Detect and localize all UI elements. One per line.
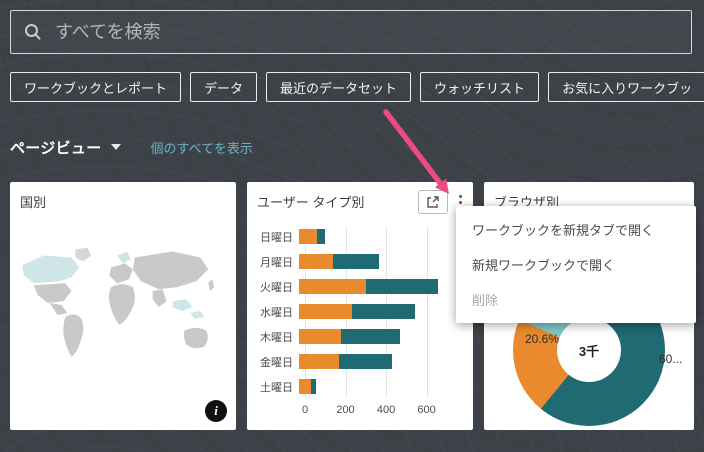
bar-track [299, 304, 463, 319]
vertical-ellipsis-icon [458, 195, 462, 198]
world-map [14, 216, 232, 402]
section-title-dropdown[interactable]: ページビュー [10, 137, 102, 158]
bar-row: 土曜日 [257, 374, 463, 399]
x-tick-label: 400 [376, 404, 396, 416]
show-all-link[interactable]: 個のすべてを表示 [151, 138, 253, 157]
bar-track [299, 354, 463, 369]
chip-favorite-workbooks[interactable]: お気に入りワークブッ [548, 72, 704, 102]
bar-segment-orange [299, 229, 317, 244]
bar-segment-teal [332, 254, 379, 269]
donut-hole: 3千 [557, 318, 621, 382]
card-user-type-title: ユーザー タイプ別 [257, 195, 365, 210]
menu-item-open-new-tab[interactable]: ワークブックを新規タブで開く [456, 212, 696, 247]
bar-rows: 日曜日月曜日火曜日水曜日木曜日金曜日土曜日 [257, 224, 463, 400]
bar-track [299, 329, 463, 344]
bar-segment-teal [366, 279, 438, 294]
donut-label-orange: 20.6% [525, 332, 560, 346]
bar-track [299, 254, 463, 269]
bar-category-label: 月曜日 [260, 256, 293, 269]
bar-row: 火曜日 [257, 274, 463, 299]
x-tick-label: 200 [336, 404, 355, 416]
bar-category-label: 火曜日 [260, 281, 293, 294]
bar-row: 日曜日 [257, 224, 463, 249]
bar-chart: 日曜日月曜日火曜日水曜日木曜日金曜日土曜日 0 200 400 600 [257, 224, 463, 424]
world-map-image [21, 247, 215, 357]
context-menu: ワークブックを新規タブで開く 新規ワークブックで開く 削除 [456, 206, 696, 323]
bar-segment-teal [316, 229, 326, 244]
chip-recent-datasets[interactable]: 最近のデータセット [266, 72, 412, 102]
search-bar[interactable] [10, 10, 692, 54]
bar-track [299, 229, 463, 244]
dashboard-screen: ワークブックとレポート データ 最近のデータセット ウォッチリスト お気に入りワ… [0, 0, 704, 452]
bar-category-label: 木曜日 [260, 331, 293, 344]
card-user-type[interactable]: ユーザー タイプ別 日曜日月曜日火曜日水曜日木曜日金曜日土曜日 0 200 400 6… [247, 182, 473, 430]
bar-row: 月曜日 [257, 249, 463, 274]
bar-segment-teal [341, 329, 400, 344]
bar-category-label: 水曜日 [260, 306, 293, 319]
bar-segment-teal [351, 304, 415, 319]
bar-category-label: 金曜日 [260, 356, 293, 369]
chip-workbooks-reports[interactable]: ワークブックとレポート [10, 72, 182, 102]
chip-watchlist[interactable]: ウォッチリスト [420, 72, 540, 102]
card-country[interactable]: 国別 i [10, 182, 236, 430]
bar-segment-teal [338, 354, 392, 369]
donut-center-value: 3千 [578, 343, 600, 359]
open-in-new-tab-icon [427, 196, 439, 208]
bar-segment-orange [299, 304, 352, 319]
search-input[interactable] [53, 20, 678, 44]
bar-row: 金曜日 [257, 349, 463, 374]
bar-row: 木曜日 [257, 324, 463, 349]
caret-down-icon[interactable] [110, 144, 121, 150]
bar-row: 水曜日 [257, 299, 463, 324]
search-icon [25, 24, 41, 40]
bar-category-label: 土曜日 [260, 381, 293, 394]
bar-track [299, 379, 463, 394]
bar-xaxis: 0 200 400 600 [301, 404, 463, 420]
donut-label-teal: 60... [659, 352, 683, 366]
card-country-title: 国別 [20, 195, 47, 210]
section-header: ページビュー 個のすべてを表示 [10, 135, 253, 159]
bar-segment-orange [299, 379, 311, 394]
chip-data[interactable]: データ [190, 72, 258, 102]
bar-track [299, 279, 463, 294]
bar-segment-orange [299, 354, 339, 369]
bar-segment-orange [299, 279, 367, 294]
x-tick-label: 600 [417, 404, 436, 416]
filter-chips-row: ワークブックとレポート データ 最近のデータセット ウォッチリスト お気に入りワ… [10, 72, 704, 104]
bar-category-label: 日曜日 [260, 231, 293, 244]
x-tick-label: 0 [301, 404, 309, 416]
menu-item-open-new-workbook[interactable]: 新規ワークブックで開く [456, 247, 696, 282]
bar-segment-orange [299, 329, 342, 344]
open-in-new-tab-button[interactable] [418, 190, 448, 214]
bar-segment-teal [310, 379, 316, 394]
bar-segment-orange [299, 254, 333, 269]
menu-item-delete: 削除 [472, 293, 499, 308]
info-icon[interactable]: i [205, 400, 227, 422]
